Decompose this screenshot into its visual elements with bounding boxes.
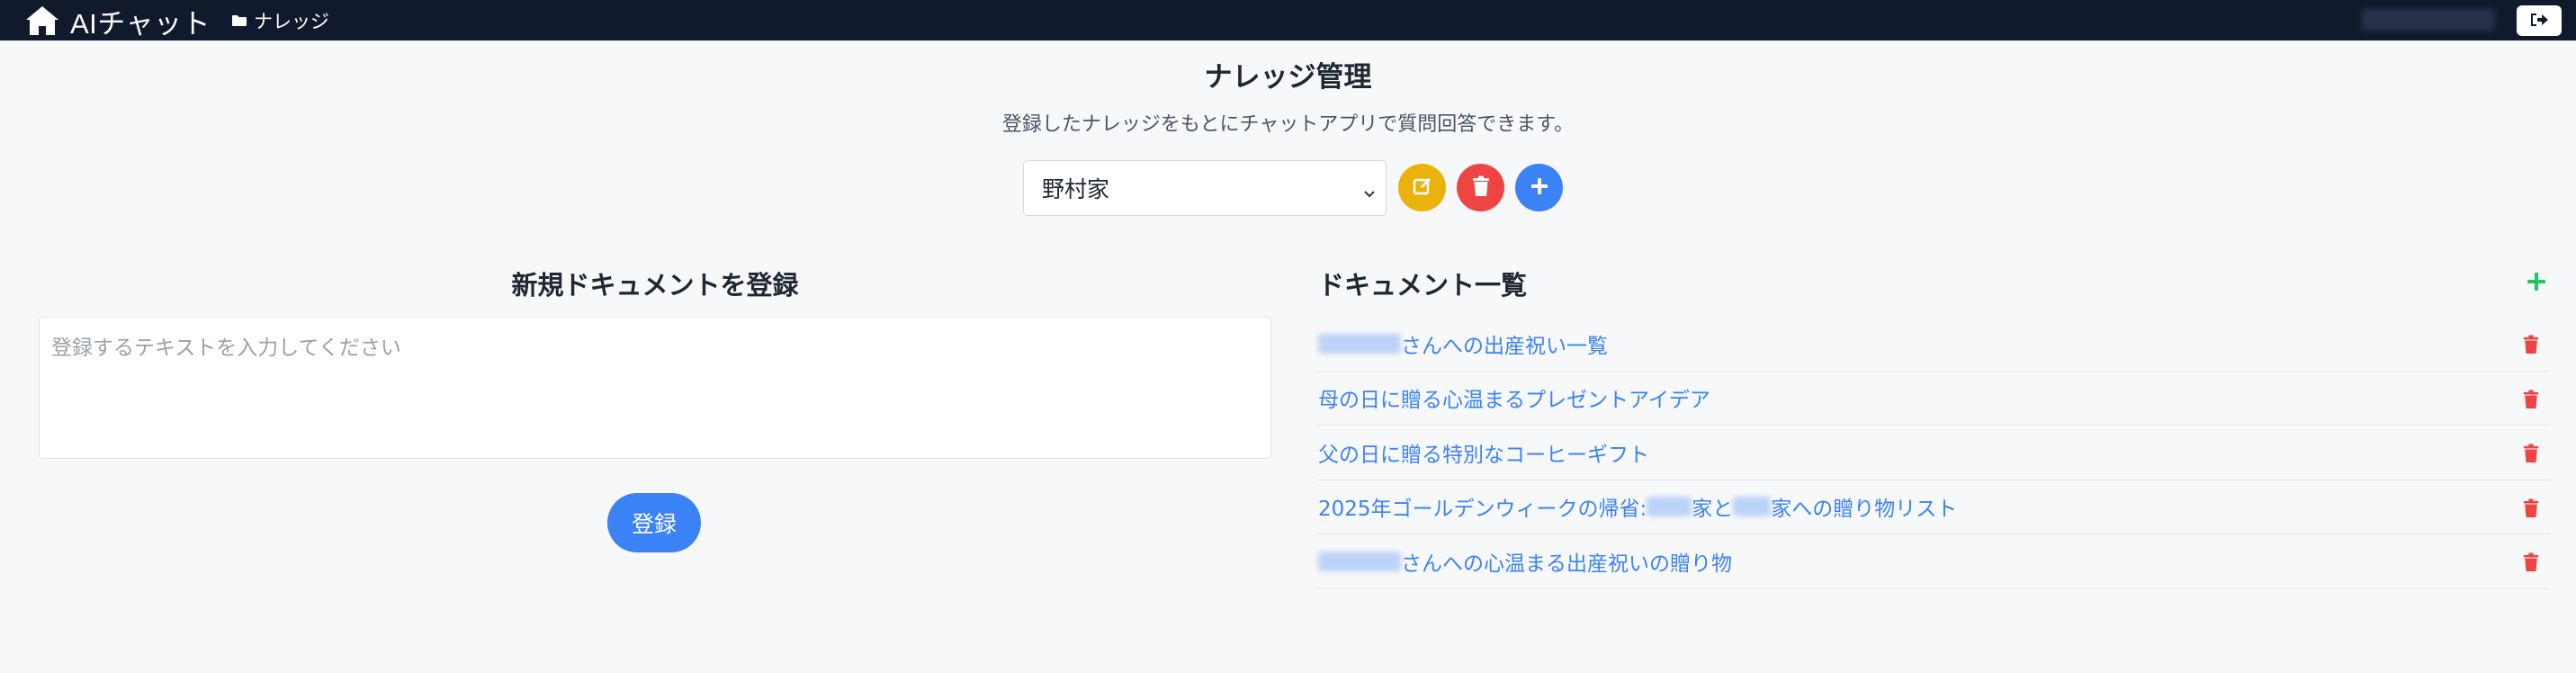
redacted-name <box>1733 497 1772 517</box>
document-title-suffix: 家への贈り物リスト <box>1771 498 1958 522</box>
document-link[interactable]: さんへの心温まる出産祝いの贈り物 <box>1315 546 1732 577</box>
page-title: ナレッジ管理 <box>1204 61 1372 94</box>
document-title: さんへの心温まる出産祝いの贈り物 <box>1401 552 1732 576</box>
delete-document-button[interactable] <box>2520 388 2542 411</box>
trash-icon <box>2523 390 2539 408</box>
document-title: 母の日に贈る心温まるプレゼントアイデア <box>1318 389 1710 413</box>
redacted-name <box>1318 551 1401 571</box>
new-document-title: 新規ドキュメントを登録 <box>511 270 799 301</box>
trash-icon <box>2523 335 2539 354</box>
list-item: さんへの出産祝い一覧 <box>1315 317 2551 372</box>
knowledge-select[interactable]: 野村家 <box>1023 160 1387 216</box>
trash-icon <box>2523 552 2539 571</box>
brand[interactable]: AIチャット <box>25 2 211 40</box>
list-item: 2025年ゴールデンウィークの帰省: 家と 家への贈り物リスト <box>1315 480 2551 534</box>
edit-knowledge-button[interactable] <box>1398 164 1446 211</box>
add-document-button[interactable] <box>2522 269 2551 298</box>
add-knowledge-button[interactable] <box>1515 164 1563 211</box>
redacted-name <box>1647 497 1692 517</box>
document-text-input[interactable] <box>39 317 1271 459</box>
list-item: さんへの心温まる出産祝いの贈り物 <box>1315 534 2551 589</box>
page-subtitle: 登録したナレッジをもとにチャットアプリで質問回答できます。 <box>1001 113 1575 136</box>
breadcrumb-label: ナレッジ <box>254 10 329 32</box>
trash-icon <box>2523 444 2539 462</box>
chevron-down-icon <box>1362 181 1377 207</box>
app-title: AIチャット <box>70 7 211 40</box>
user-name-redacted <box>2362 9 2495 31</box>
document-link[interactable]: 父の日に贈る特別なコーヒーギフト <box>1315 437 1649 468</box>
trash-icon <box>1471 175 1491 200</box>
plus-icon <box>1530 176 1549 199</box>
document-link[interactable]: 2025年ゴールデンウィークの帰省: 家と 家への贈り物リスト <box>1315 491 1957 522</box>
home-icon <box>25 5 59 36</box>
plus-icon <box>2527 272 2546 295</box>
register-button[interactable]: 登録 <box>607 493 701 552</box>
document-list: さんへの出産祝い一覧 母の日に贈る心温まるプレゼントアイデア 父の日に贈る特別な… <box>1315 317 2551 589</box>
delete-knowledge-button[interactable] <box>1457 164 1504 211</box>
delete-document-button[interactable] <box>2520 551 2542 574</box>
document-list-title: ドキュメント一覧 <box>1318 270 1528 301</box>
folder-icon <box>232 10 254 31</box>
document-title: 父の日に贈る特別なコーヒーギフト <box>1318 443 1649 467</box>
knowledge-select-value: 野村家 <box>1042 176 1110 202</box>
delete-document-button[interactable] <box>2520 497 2542 520</box>
document-title-mid: 家と <box>1692 498 1734 522</box>
trash-icon <box>2523 498 2539 517</box>
top-navbar: AIチャット ナレッジ <box>0 0 2576 40</box>
redacted-name <box>1318 333 1401 354</box>
delete-document-button[interactable] <box>2520 333 2542 356</box>
list-item: 母の日に贈る心温まるプレゼントアイデア <box>1315 372 2551 426</box>
document-title: さんへの出産祝い一覧 <box>1401 334 1608 358</box>
logout-button[interactable] <box>2517 5 2562 36</box>
delete-document-button[interactable] <box>2520 442 2542 465</box>
document-link[interactable]: さんへの出産祝い一覧 <box>1315 328 1608 359</box>
list-item: 父の日に贈る特別なコーヒーギフト <box>1315 426 2551 480</box>
document-link[interactable]: 母の日に贈る心温まるプレゼントアイデア <box>1315 382 1710 413</box>
edit-icon <box>1412 175 1433 200</box>
document-title-prefix: 2025年ゴールデンウィークの帰省: <box>1318 498 1647 522</box>
logout-icon <box>2529 12 2549 31</box>
breadcrumb[interactable]: ナレッジ <box>232 0 329 40</box>
